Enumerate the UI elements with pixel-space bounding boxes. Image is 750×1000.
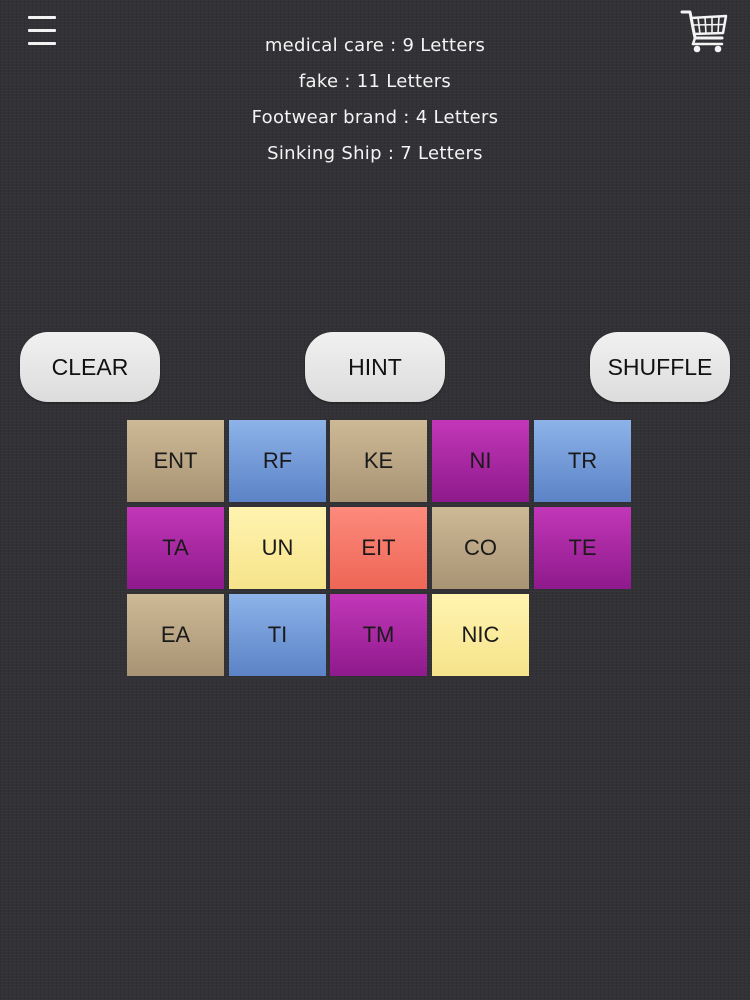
letter-tile[interactable]: EIT	[330, 507, 427, 589]
letter-tile[interactable]: TA	[127, 507, 224, 589]
shuffle-button[interactable]: SHUFFLE	[590, 332, 730, 402]
letter-tile[interactable]: NIC	[432, 594, 529, 676]
letter-tile[interactable]: TR	[534, 420, 631, 502]
clue-item: Footwear brand : 4 Letters	[251, 107, 499, 128]
clue-list: medical care : 9 Letters fake : 11 Lette…	[0, 28, 750, 172]
letter-tile[interactable]: UN	[229, 507, 326, 589]
letter-tile[interactable]: TM	[330, 594, 427, 676]
clue-item: medical care : 9 Letters	[264, 35, 486, 56]
letter-tile[interactable]: ENT	[127, 420, 224, 502]
hint-button[interactable]: HINT	[305, 332, 445, 402]
letter-tile[interactable]: TI	[229, 594, 326, 676]
letter-tile[interactable]: NI	[432, 420, 529, 502]
clear-button[interactable]: CLEAR	[20, 332, 160, 402]
letter-tile[interactable]: RF	[229, 420, 326, 502]
letter-tile[interactable]: TE	[534, 507, 631, 589]
clue-item: Sinking Ship : 7 Letters	[267, 143, 483, 164]
menu-bar	[28, 16, 56, 19]
clue-item: fake : 11 Letters	[298, 71, 452, 92]
letter-tile[interactable]: KE	[330, 420, 427, 502]
letter-tile[interactable]: CO	[432, 507, 529, 589]
letter-tile[interactable]: EA	[127, 594, 224, 676]
